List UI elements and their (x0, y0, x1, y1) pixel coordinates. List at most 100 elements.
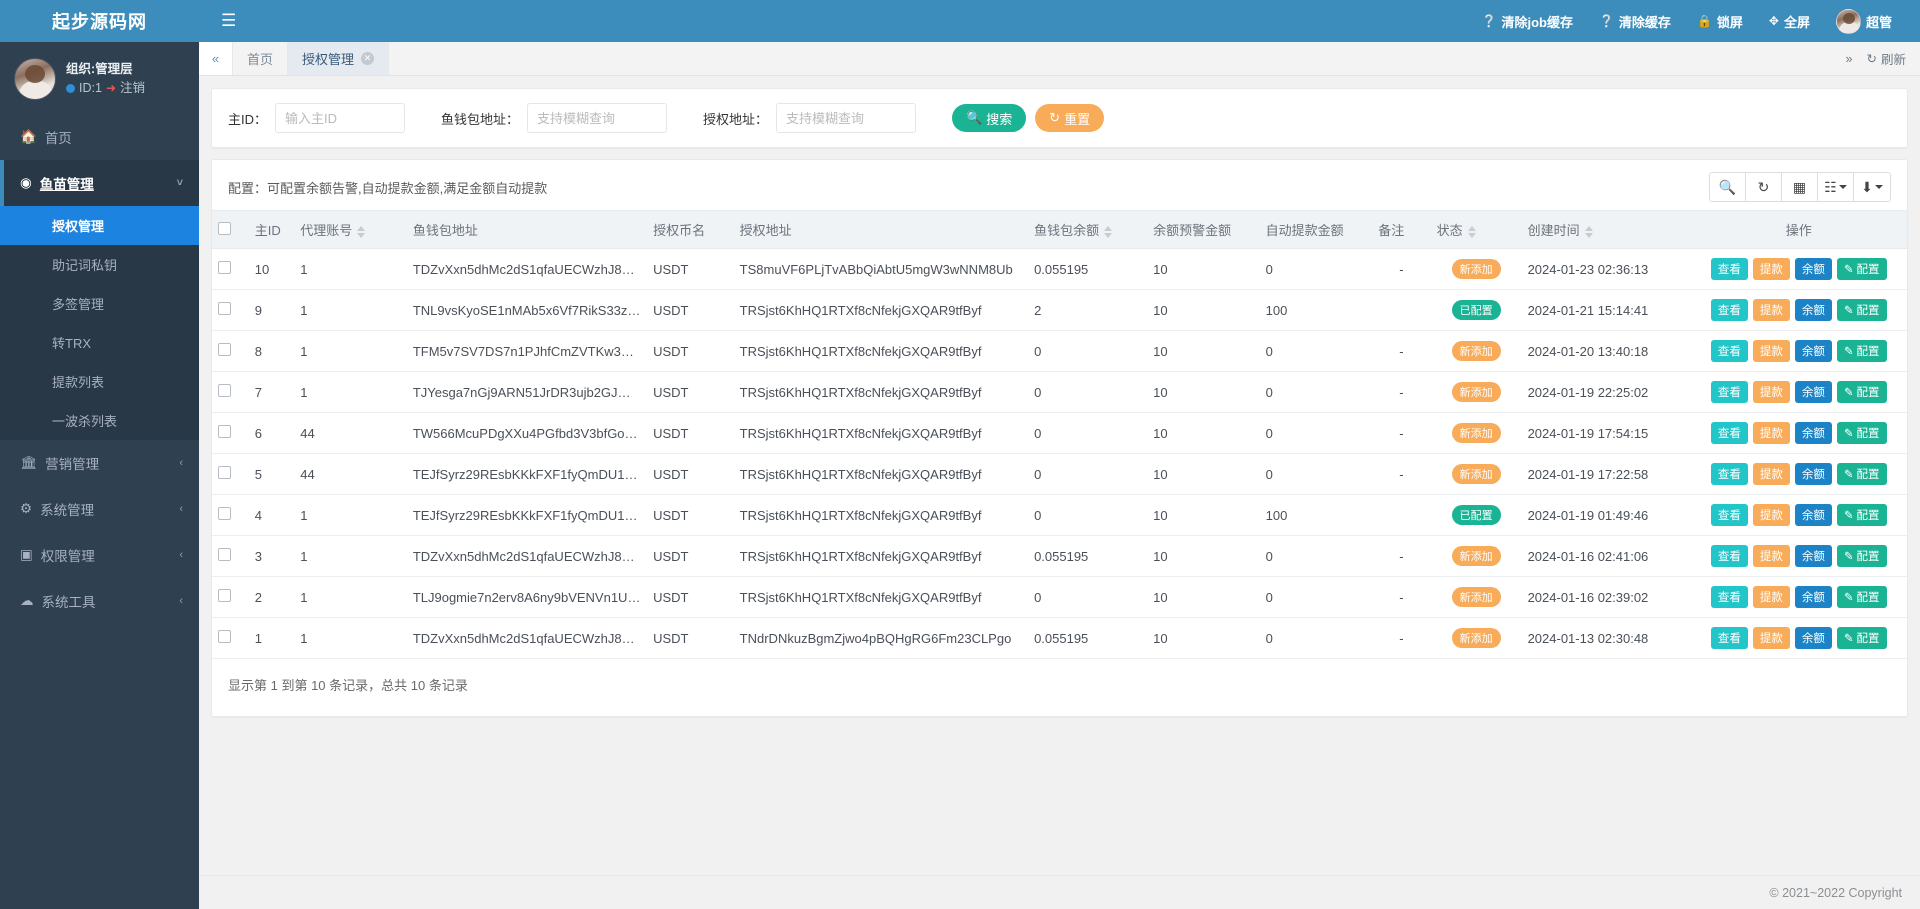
balance-button[interactable]: 余额 (1795, 463, 1832, 485)
close-icon[interactable]: ✕ (361, 52, 374, 65)
sidebar-item-transfer-trx[interactable]: 转TRX (0, 323, 199, 362)
row-checkbox-cell[interactable] (212, 331, 249, 372)
double-left-icon[interactable]: « (199, 42, 233, 75)
clear-job-cache-button[interactable]: ❔ 清除job缓存 (1482, 12, 1573, 31)
sidebar-item-home[interactable]: 🏠 首页 (0, 114, 199, 160)
balance-button[interactable]: 余额 (1795, 504, 1832, 526)
list-icon[interactable]: ▦ (1782, 173, 1818, 201)
balance-button[interactable]: 余额 (1795, 586, 1832, 608)
header-status[interactable]: 状态 (1431, 211, 1522, 249)
row-checkbox-cell[interactable] (212, 536, 249, 577)
balance-button[interactable]: 余额 (1795, 422, 1832, 444)
view-button[interactable]: 查看 (1711, 627, 1748, 649)
tab-auth-management[interactable]: 授权管理 ✕ (288, 42, 389, 75)
view-button[interactable]: 查看 (1711, 586, 1748, 608)
table-row[interactable]: 31TDZvXxn5dhMc2dS1qfaUECWzhJ88888888USDT… (212, 536, 1907, 577)
table-row[interactable]: 644TW566McuPDgXXu4PGfbd3V3bfGosgZVPfqUSD… (212, 413, 1907, 454)
header-agent[interactable]: 代理账号 (294, 211, 407, 249)
view-button[interactable]: 查看 (1711, 258, 1748, 280)
config-button[interactable]: ✎配置 (1837, 422, 1887, 444)
config-button[interactable]: ✎配置 (1837, 504, 1887, 526)
sidebar-group-fish-management[interactable]: ◉ 鱼苗管理 ˅ (0, 160, 199, 206)
table-row[interactable]: 11TDZvXxn5dhMc2dS1qfaUECWzhJ88888888USDT… (212, 618, 1907, 659)
withdraw-button[interactable]: 提款 (1753, 340, 1790, 362)
balance-button[interactable]: 余额 (1795, 340, 1832, 362)
table-row[interactable]: 81TFM5v7SV7DS7n1PJhfCmZVTKw3KRmtawnpUSDT… (212, 331, 1907, 372)
checkbox-row[interactable] (218, 302, 231, 315)
header-select-all[interactable] (212, 211, 249, 249)
withdraw-button[interactable]: 提款 (1753, 422, 1790, 444)
withdraw-button[interactable]: 提款 (1753, 463, 1790, 485)
config-button[interactable]: ✎配置 (1837, 299, 1887, 321)
cell-operations[interactable]: 查看提款余额✎配置 (1690, 454, 1907, 495)
lock-screen-button[interactable]: 🔒 锁屏 (1697, 12, 1743, 31)
cell-operations[interactable]: 查看提款余额✎配置 (1690, 372, 1907, 413)
config-button[interactable]: ✎配置 (1837, 627, 1887, 649)
checkbox-row[interactable] (218, 384, 231, 397)
view-button[interactable]: 查看 (1711, 340, 1748, 362)
search-input-main-id[interactable] (275, 103, 405, 133)
view-button[interactable]: 查看 (1711, 381, 1748, 403)
row-checkbox-cell[interactable] (212, 290, 249, 331)
table-row[interactable]: 71TJYesga7nGj9ARN51JrDR3ujb2GJWhCBoKUSDT… (212, 372, 1907, 413)
hamburger-icon[interactable]: ☰ (199, 11, 258, 31)
checkbox-row[interactable] (218, 630, 231, 643)
table-row[interactable]: 544TEJfSyrz29REsbKKkFXF1fyQmDU14iLTKXUSD… (212, 454, 1907, 495)
withdraw-button[interactable]: 提款 (1753, 381, 1790, 403)
search-input-wallet-address[interactable] (527, 103, 667, 133)
table-row[interactable]: 41TEJfSyrz29REsbKKkFXF1fyQmDU14iLTKXUSDT… (212, 495, 1907, 536)
row-checkbox-cell[interactable] (212, 413, 249, 454)
withdraw-button[interactable]: 提款 (1753, 586, 1790, 608)
sidebar-item-mnemonic-key[interactable]: 助记词私钥 (0, 245, 199, 284)
withdraw-button[interactable]: 提款 (1753, 258, 1790, 280)
row-checkbox-cell[interactable] (212, 495, 249, 536)
sidebar-group-permission[interactable]: ▣ 权限管理 ‹ (0, 532, 199, 578)
checkbox-row[interactable] (218, 589, 231, 602)
withdraw-button[interactable]: 提款 (1753, 545, 1790, 567)
config-button[interactable]: ✎配置 (1837, 381, 1887, 403)
search-input-auth-address[interactable] (776, 103, 916, 133)
config-button[interactable]: ✎配置 (1837, 586, 1887, 608)
table-row[interactable]: 101TDZvXxn5dhMc2dS1qfaUECWzhJ88888888USD… (212, 249, 1907, 290)
checkbox-row[interactable] (218, 548, 231, 561)
balance-button[interactable]: 余额 (1795, 627, 1832, 649)
tab-home[interactable]: 首页 (233, 42, 288, 75)
view-button[interactable]: 查看 (1711, 463, 1748, 485)
balance-button[interactable]: 余额 (1795, 299, 1832, 321)
balance-button[interactable]: 余额 (1795, 258, 1832, 280)
grid-icon[interactable]: ☷ (1818, 173, 1854, 201)
fullscreen-button[interactable]: ✥ 全屏 (1769, 12, 1810, 31)
header-created[interactable]: 创建时间 (1522, 211, 1691, 249)
checkbox-row[interactable] (218, 261, 231, 274)
cell-operations[interactable]: 查看提款余额✎配置 (1690, 249, 1907, 290)
cell-operations[interactable]: 查看提款余额✎配置 (1690, 413, 1907, 454)
sidebar-item-multisig[interactable]: 多签管理 (0, 284, 199, 323)
checkbox-row[interactable] (218, 466, 231, 479)
cell-operations[interactable]: 查看提款余额✎配置 (1690, 290, 1907, 331)
sidebar-item-withdraw-list[interactable]: 提款列表 (0, 362, 199, 401)
config-button[interactable]: ✎配置 (1837, 545, 1887, 567)
refresh-icon[interactable]: ↻ (1746, 173, 1782, 201)
sidebar-group-tools[interactable]: ☁ 系统工具 ‹ (0, 578, 199, 624)
checkbox-row[interactable] (218, 343, 231, 356)
logout-link[interactable]: 注销 (120, 79, 145, 98)
user-menu[interactable]: 超管 (1836, 9, 1892, 34)
row-checkbox-cell[interactable] (212, 249, 249, 290)
view-button[interactable]: 查看 (1711, 545, 1748, 567)
view-button[interactable]: 查看 (1711, 504, 1748, 526)
reset-button[interactable]: ↻ 重置 (1035, 104, 1104, 132)
download-icon[interactable]: ⬇ (1854, 173, 1890, 201)
sidebar-group-system[interactable]: ⚙ 系统管理 ‹ (0, 486, 199, 532)
search-icon[interactable]: 🔍 (1710, 173, 1746, 201)
row-checkbox-cell[interactable] (212, 454, 249, 495)
checkbox-row[interactable] (218, 425, 231, 438)
sidebar-item-auth-management[interactable]: 授权管理 (0, 206, 199, 245)
view-button[interactable]: 查看 (1711, 299, 1748, 321)
checkbox-all[interactable] (218, 222, 231, 235)
balance-button[interactable]: 余额 (1795, 381, 1832, 403)
checkbox-row[interactable] (218, 507, 231, 520)
cell-operations[interactable]: 查看提款余额✎配置 (1690, 495, 1907, 536)
cell-operations[interactable]: 查看提款余额✎配置 (1690, 536, 1907, 577)
clear-cache-button[interactable]: ❔ 清除缓存 (1599, 12, 1671, 31)
balance-button[interactable]: 余额 (1795, 545, 1832, 567)
